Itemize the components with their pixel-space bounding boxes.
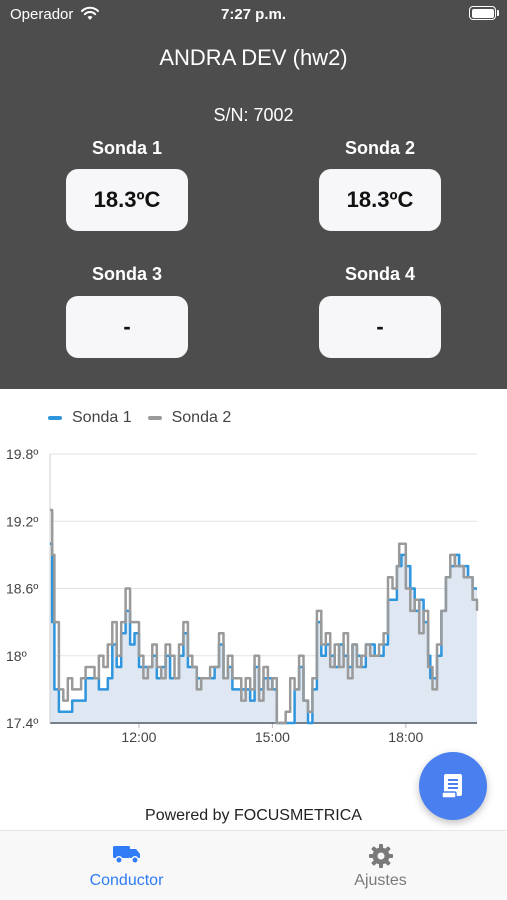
y-tick-label: 18.6º (6, 581, 38, 597)
gear-icon (368, 844, 393, 868)
y-tick-label: 18º (6, 648, 27, 664)
tab-conductor-label: Conductor (89, 872, 164, 889)
probe-2-value[interactable]: 18.3ºC (319, 169, 441, 231)
powered-by: Powered by FOCUSMETRICA (145, 807, 362, 824)
chart-plot: 19.8º 19.2º 18.6º 18º 17.4º 12:00 15:00 18:00 (6, 446, 479, 745)
tab-bar: Conductor Ajustes (0, 830, 507, 900)
device-title: ANDRA DEV (hw2) (159, 45, 348, 70)
y-tick-label: 17.4º (6, 715, 38, 731)
battery-icon (469, 6, 496, 20)
probe-1-value[interactable]: 18.3ºC (66, 169, 188, 231)
tab-ajustes-label: Ajustes (354, 872, 407, 889)
x-tick-label: 12:00 (121, 729, 156, 745)
device-header: Operador 7:27 p.m. ANDRA DEV (hw2) S/N: … (0, 0, 507, 389)
serial-number: S/N: 7002 (213, 105, 294, 125)
x-tick-label: 18:00 (388, 729, 423, 745)
y-tick-label: 19.2º (6, 513, 38, 529)
battery-tip (497, 10, 499, 16)
probe-4-label: Sonda 4 (344, 264, 415, 284)
tab-conductor[interactable]: Conductor (0, 831, 253, 900)
probe-1-label: Sonda 1 (91, 138, 162, 158)
tab-ajustes[interactable]: Ajustes (254, 831, 507, 900)
receipt-icon (441, 774, 462, 799)
probe-4-value[interactable]: - (319, 296, 441, 358)
status-bar: Operador 7:27 p.m. (0, 0, 507, 30)
probe-3-value[interactable]: - (66, 296, 188, 358)
y-tick-label: 19.8º (6, 446, 38, 462)
probe-3-label: Sonda 3 (91, 264, 162, 284)
x-tick-label: 15:00 (255, 729, 290, 745)
probe-2-label: Sonda 2 (344, 138, 415, 158)
truck-icon (112, 846, 140, 864)
status-time: 7:27 p.m. (220, 6, 287, 23)
